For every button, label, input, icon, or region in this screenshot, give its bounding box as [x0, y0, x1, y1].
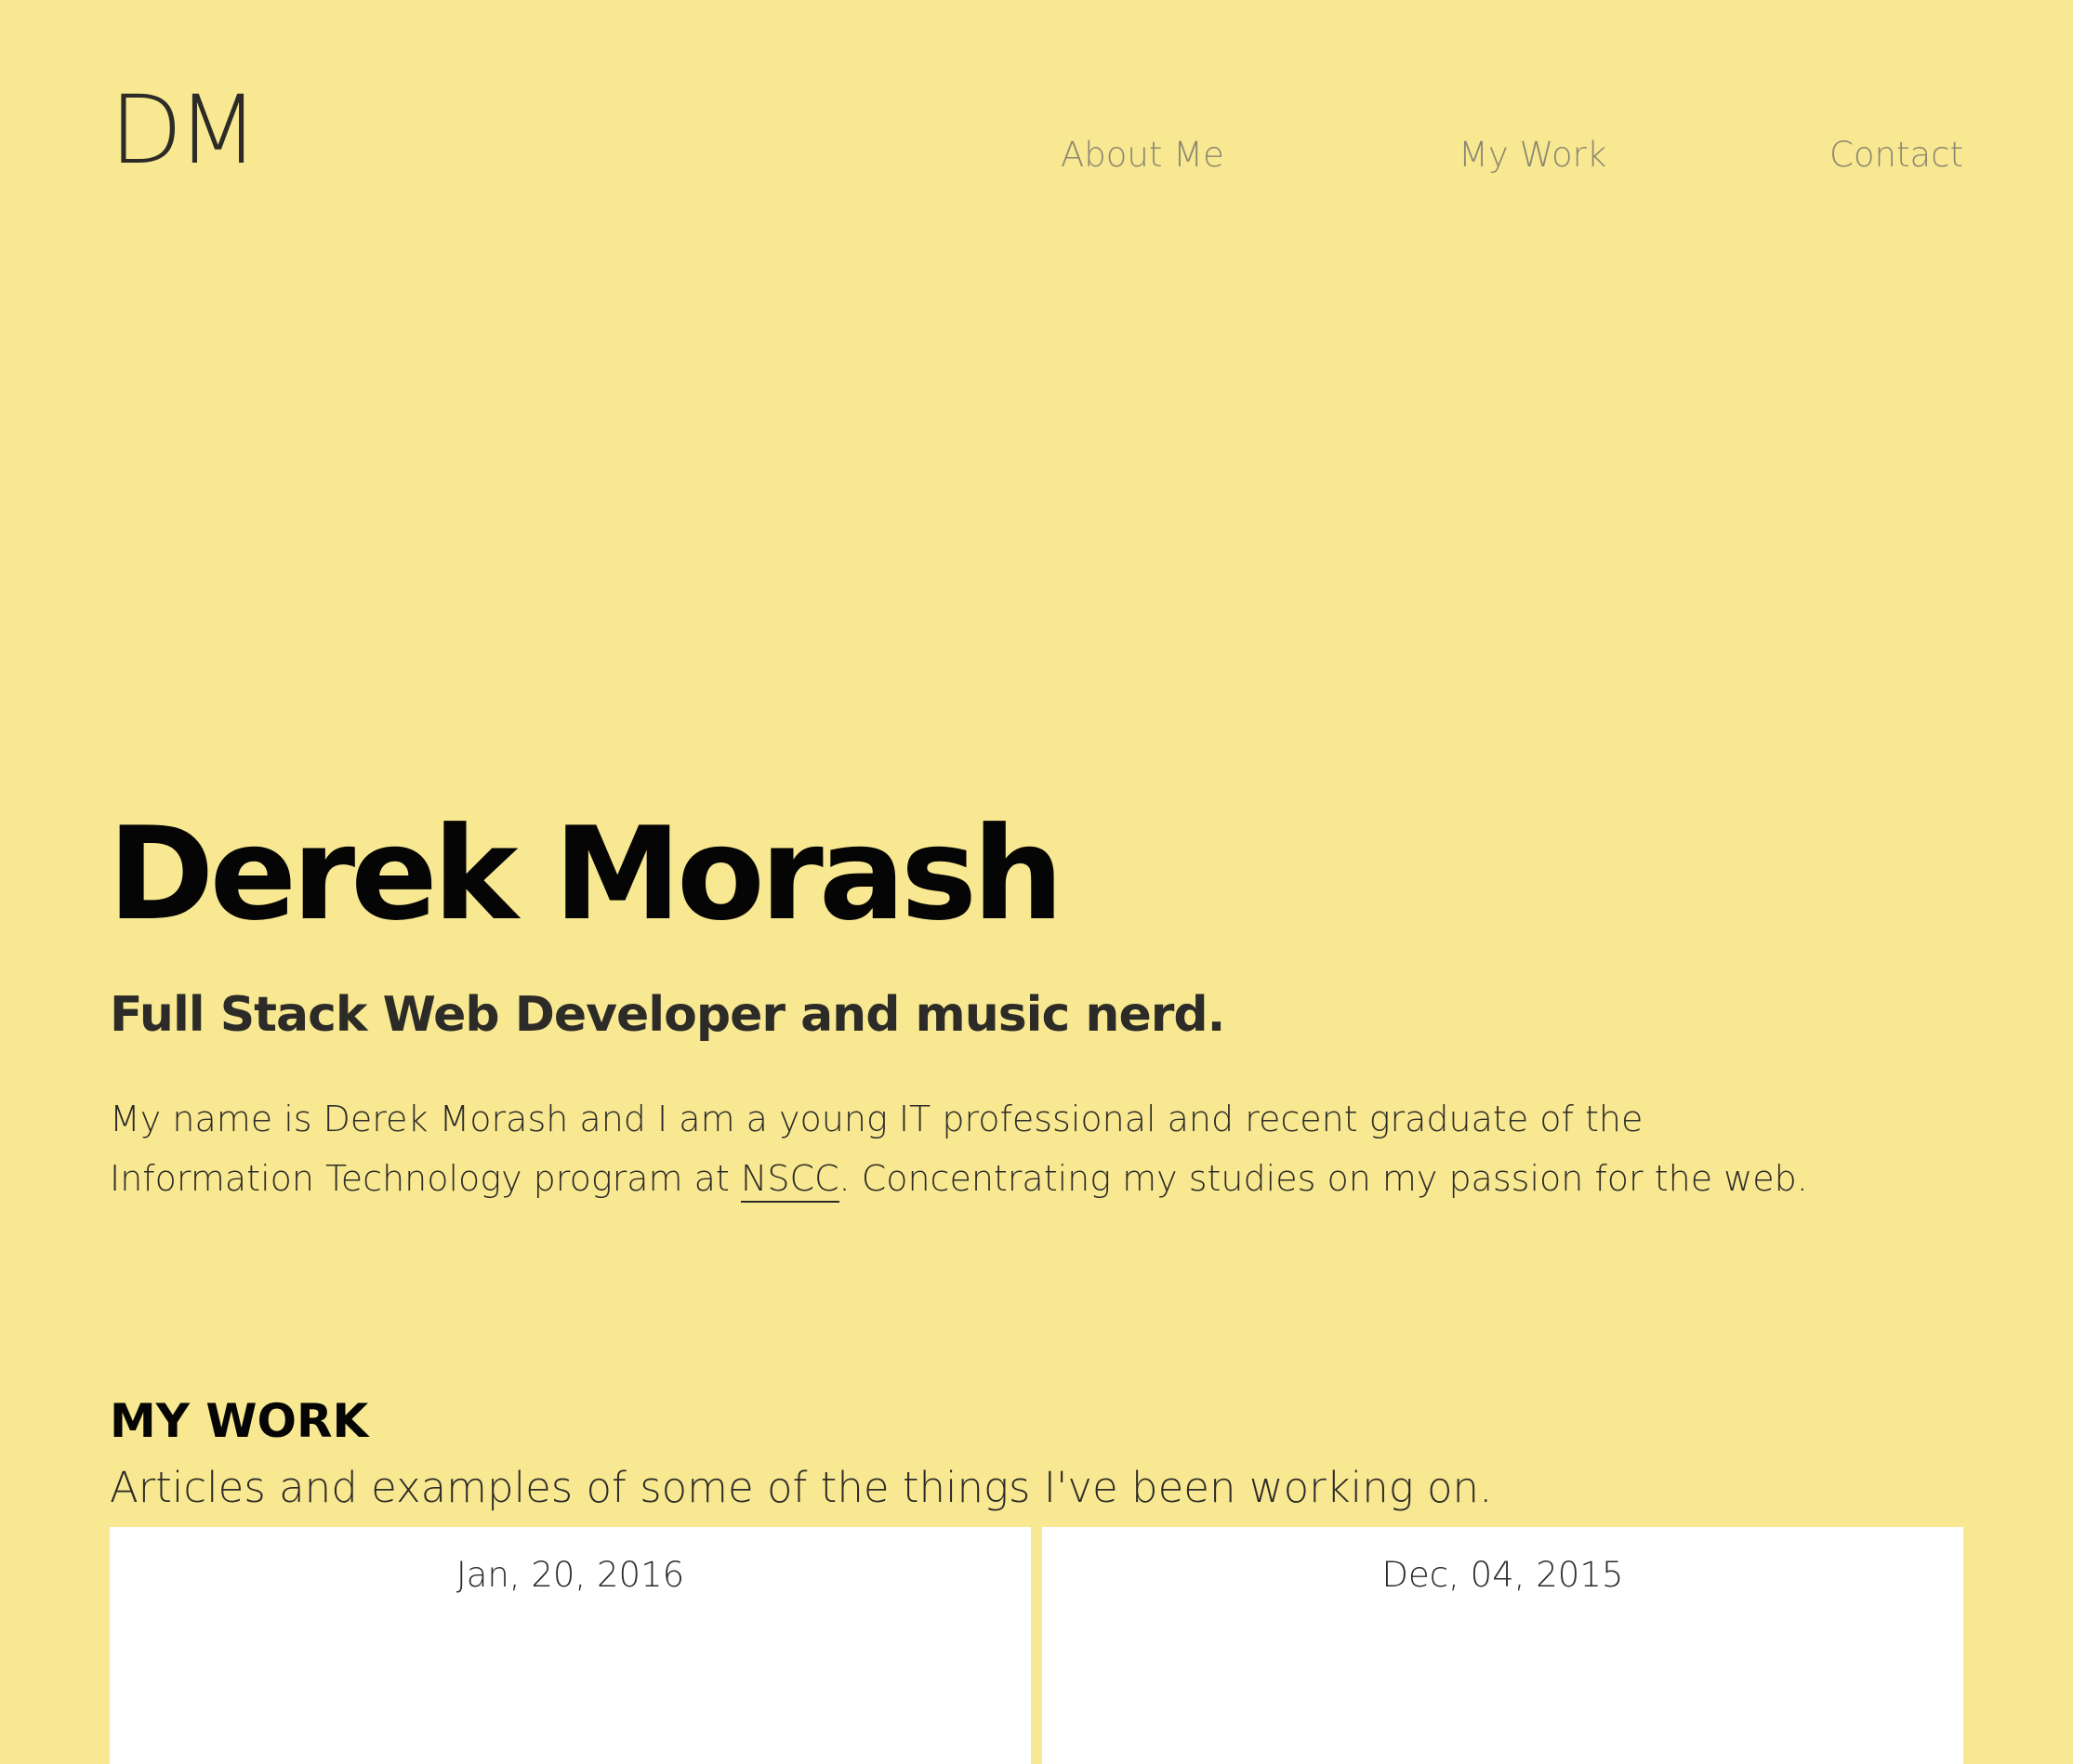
work-card-1[interactable]: Jan, 20, 2016	[110, 1527, 1031, 1764]
nav-about-me-link[interactable]: About Me	[1061, 135, 1224, 175]
my-work-heading: MY WORK	[110, 1394, 369, 1448]
work-card-date: Dec, 04, 2015	[1381, 1555, 1624, 1595]
nav-contact-link[interactable]: Contact	[1829, 135, 1963, 175]
work-card-date: Jan, 20, 2016	[456, 1555, 685, 1595]
main-navigation: About Me My Work Contact	[0, 135, 2073, 181]
intro-paragraph: My name is Derek Morash and I am a young…	[110, 1089, 1820, 1208]
nscc-link[interactable]: NSCC	[740, 1158, 839, 1203]
nav-my-work-link[interactable]: My Work	[1459, 135, 1606, 175]
my-work-description: Articles and examples of some of the thi…	[110, 1463, 1493, 1512]
work-card-2[interactable]: Dec, 04, 2015	[1042, 1527, 1963, 1764]
intro-text-after-link: . Concentrating my studies on my passion…	[838, 1158, 1808, 1199]
portfolio-page: DM About Me My Work Contact Derek Morash…	[0, 0, 2073, 1764]
hero-title: Derek Morash	[108, 799, 1063, 949]
hero-subtitle: Full Stack Web Developer and music nerd.	[110, 987, 1225, 1043]
